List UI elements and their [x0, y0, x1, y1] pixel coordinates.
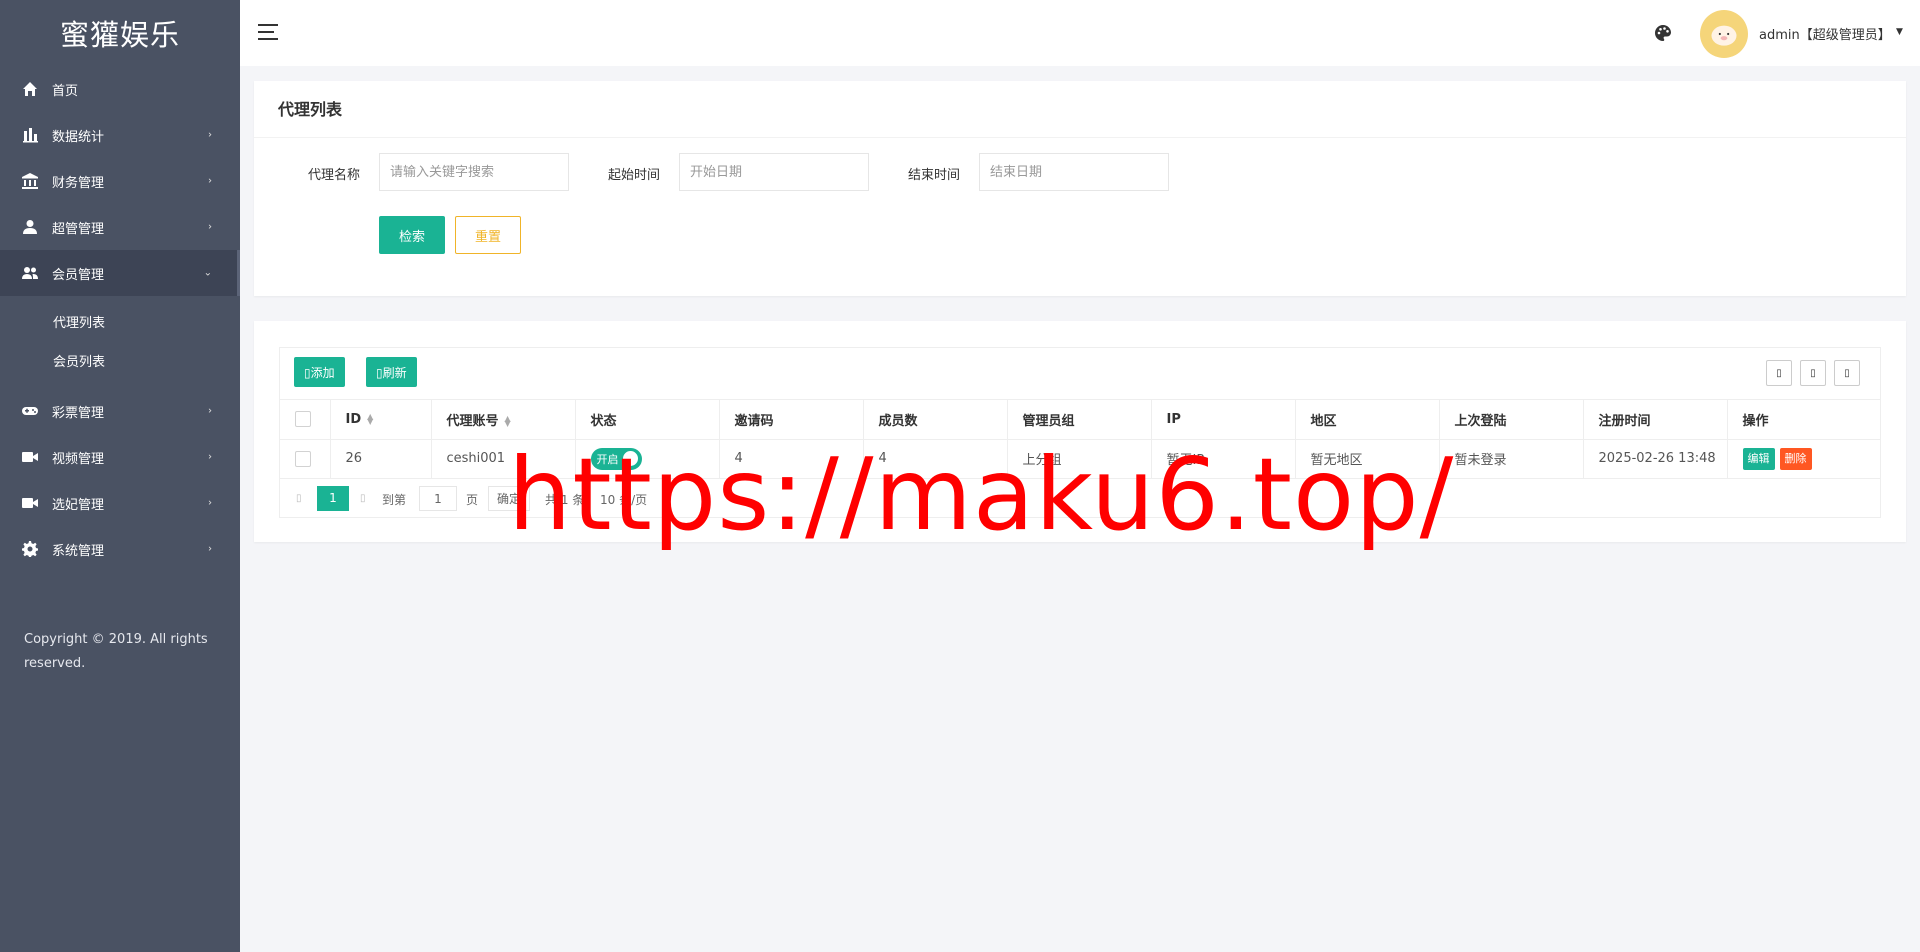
- refresh-button[interactable]: ▯刷新: [366, 357, 417, 387]
- sidebar-item-label: 数据统计: [52, 129, 105, 145]
- sidebar: 蜜獾娱乐 首页 数据统计 › 财务管理 › 超管管理 › 会员管理 ⌄ 代理列表…: [0, 0, 240, 952]
- print-icon[interactable]: ▯: [1834, 360, 1860, 386]
- video-icon: [22, 495, 38, 511]
- chevron-right-icon: ›: [208, 405, 212, 417]
- add-button[interactable]: ▯添加: [294, 357, 345, 387]
- chevron-right-icon: ›: [208, 451, 212, 463]
- sidebar-item-label: 财务管理: [52, 175, 105, 191]
- chevron-right-icon: ›: [208, 175, 212, 187]
- copyright-text: Copyright © 2019. All rights reserved.: [24, 632, 208, 671]
- user-icon: [22, 219, 38, 235]
- user-menu-name[interactable]: admin【超级管理员】: [1759, 24, 1891, 43]
- cell-id: 26: [330, 439, 432, 479]
- select-all-cell: [280, 400, 331, 440]
- table-header-row: ID ▲ ▼ 代理账号 ▲ ▼ 状态 邀请码 成员数 管理员组 IP 地区 上次登陆 注…: [280, 400, 1880, 440]
- delete-button[interactable]: 删除: [1779, 447, 1812, 470]
- column-header-ip: IP: [1151, 400, 1296, 440]
- palette-icon[interactable]: [1654, 24, 1672, 42]
- row-checkbox[interactable]: [295, 450, 311, 467]
- column-header-admin-group: 管理员组: [1007, 400, 1152, 440]
- end-time-label: 结束时间: [908, 168, 961, 183]
- start-date-input[interactable]: [679, 153, 869, 191]
- column-header-members: 成员数: [863, 400, 1008, 440]
- column-header-id[interactable]: ID ▲ ▼: [330, 400, 432, 440]
- sort-icon[interactable]: ▲ ▼: [367, 413, 373, 426]
- select-all-checkbox[interactable]: [295, 411, 311, 428]
- sidebar-item-superadmin[interactable]: 超管管理 ›: [0, 204, 240, 250]
- chevron-right-icon: ›: [208, 497, 212, 509]
- search-panel: 代理列表 代理名称 起始时间 结束时间 检索 重置: [254, 81, 1906, 296]
- bar-chart-icon: [22, 127, 38, 143]
- cell-last-login: 暂未登录: [1439, 439, 1584, 479]
- sidebar-item-finance[interactable]: 财务管理 ›: [0, 158, 240, 204]
- chevron-right-icon: ›: [208, 129, 212, 141]
- column-header-last-login: 上次登陆: [1439, 400, 1584, 440]
- column-header-status: 状态: [575, 400, 720, 440]
- column-header-reg-time: 注册时间: [1583, 400, 1728, 440]
- cell-reg-time: 2025-02-26 13:48: [1583, 439, 1728, 479]
- table-toolbar: ▯添加 ▯刷新 ▯ ▯ ▯: [280, 348, 1880, 400]
- chevron-right-icon: ›: [208, 221, 212, 233]
- top-header: admin【超级管理员】 ▼: [240, 0, 1920, 66]
- next-page-icon[interactable]: ▯: [360, 493, 366, 504]
- sort-icon[interactable]: ▲ ▼: [505, 415, 511, 428]
- gamepad-icon: [22, 403, 38, 419]
- goto-label: 到第: [382, 492, 407, 507]
- sidebar-item-label: 选妃管理: [52, 497, 105, 513]
- sidebar-item-system[interactable]: 系统管理 ›: [0, 526, 240, 572]
- row-select-cell: [280, 439, 331, 479]
- goto-page-input[interactable]: 1: [419, 485, 457, 511]
- sidebar-item-label: 会员管理: [52, 267, 105, 283]
- home-icon: [22, 81, 38, 97]
- refresh-icon: ▯: [376, 365, 383, 380]
- chevron-down-icon: ⌄: [203, 267, 212, 279]
- gear-icon: [22, 541, 38, 557]
- search-button[interactable]: 检索: [379, 216, 445, 254]
- sidebar-item-label: 视频管理: [52, 451, 105, 467]
- sidebar-subitem-agent-list[interactable]: 代理列表: [0, 302, 240, 341]
- sidebar-item-label: 彩票管理: [52, 405, 105, 421]
- agent-name-label: 代理名称: [308, 168, 361, 183]
- sidebar-item-label: 首页: [52, 83, 79, 99]
- add-icon: ▯: [304, 365, 311, 380]
- export-icon[interactable]: ▯: [1800, 360, 1826, 386]
- avatar[interactable]: [1700, 10, 1748, 58]
- sidebar-item-members[interactable]: 会员管理 ⌄: [0, 250, 240, 296]
- caret-down-icon[interactable]: ▼: [1896, 27, 1903, 37]
- sidebar-item-label: 超管管理: [52, 221, 105, 237]
- agent-name-input[interactable]: [379, 153, 569, 191]
- prev-page-icon[interactable]: ▯: [296, 493, 302, 504]
- start-time-label: 起始时间: [608, 168, 661, 183]
- members-submenu: 代理列表 会员列表: [0, 296, 240, 388]
- sidebar-item-concubine[interactable]: 选妃管理 ›: [0, 480, 240, 526]
- edit-button[interactable]: 编辑: [1742, 447, 1775, 470]
- bank-icon: [22, 173, 38, 189]
- column-header-invite-code: 邀请码: [719, 400, 864, 440]
- column-header-region: 地区: [1295, 400, 1440, 440]
- sidebar-subitem-member-list[interactable]: 会员列表: [0, 341, 240, 380]
- columns-filter-icon[interactable]: ▯: [1766, 360, 1792, 386]
- end-date-input[interactable]: [979, 153, 1169, 191]
- page-title: 代理列表: [254, 81, 1906, 138]
- brand-logo: 蜜獾娱乐: [59, 18, 180, 52]
- sidebar-item-home[interactable]: 首页: [0, 66, 240, 112]
- sidebar-item-video[interactable]: 视频管理 ›: [0, 434, 240, 480]
- column-header-actions: 操作: [1727, 400, 1880, 440]
- page-unit-label: 页: [466, 492, 479, 507]
- cell-actions: 编辑 删除: [1727, 439, 1880, 479]
- sidebar-item-label: 系统管理: [52, 543, 105, 559]
- sidebar-item-lottery[interactable]: 彩票管理 ›: [0, 388, 240, 434]
- chevron-right-icon: ›: [208, 543, 212, 555]
- sidebar-item-stats[interactable]: 数据统计 ›: [0, 112, 240, 158]
- users-icon: [22, 265, 38, 281]
- watermark-url: https://maku6.top/: [508, 436, 1455, 553]
- video-icon: [22, 449, 38, 465]
- current-page-button[interactable]: 1: [317, 485, 349, 511]
- menu-toggle-icon[interactable]: [258, 24, 278, 40]
- column-header-account[interactable]: 代理账号 ▲ ▼: [431, 400, 576, 440]
- reset-button[interactable]: 重置: [455, 216, 521, 254]
